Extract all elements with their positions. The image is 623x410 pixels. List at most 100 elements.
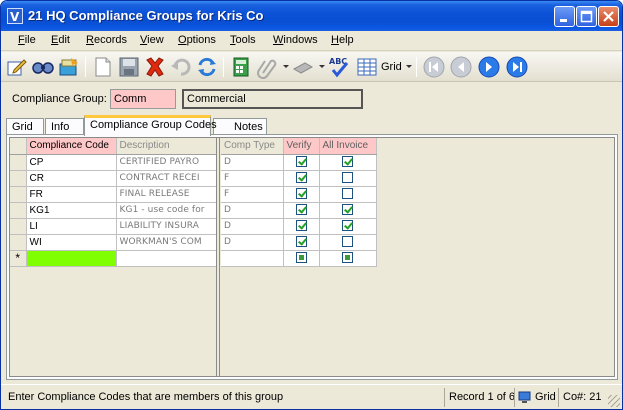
menu-edit[interactable]: Edit bbox=[51, 34, 70, 46]
menu-records[interactable]: Records bbox=[86, 34, 127, 46]
row-selector[interactable] bbox=[10, 202, 27, 219]
verify-cell[interactable] bbox=[283, 170, 320, 187]
compliance-group-code-input[interactable]: Comm bbox=[110, 89, 176, 109]
delete-icon[interactable] bbox=[143, 55, 167, 79]
all-invoice-checkbox[interactable] bbox=[342, 204, 353, 216]
code-cell[interactable]: FR bbox=[26, 186, 117, 203]
row-selector[interactable] bbox=[10, 154, 27, 171]
attach-icon[interactable] bbox=[255, 55, 279, 79]
menu-windows[interactable]: Windows bbox=[273, 34, 318, 46]
column-header-comp-type[interactable]: Comp Type bbox=[221, 138, 284, 155]
row-selector[interactable] bbox=[10, 234, 27, 251]
save-icon[interactable] bbox=[117, 55, 141, 79]
verify-cell[interactable] bbox=[283, 218, 320, 235]
menu-help[interactable]: Help bbox=[331, 34, 354, 46]
maximize-button[interactable] bbox=[576, 6, 597, 27]
undo-icon[interactable] bbox=[169, 55, 193, 79]
row-selector[interactable] bbox=[10, 170, 27, 187]
table-row[interactable]: CR CONTRACT RECEI bbox=[10, 170, 217, 187]
table-row[interactable]: WI WORKMAN'S COM bbox=[10, 234, 217, 251]
new-verify-cell[interactable] bbox=[283, 250, 320, 267]
new-record-icon[interactable] bbox=[91, 55, 115, 79]
all-invoice-checkbox[interactable] bbox=[342, 172, 353, 184]
table-row[interactable]: D bbox=[221, 218, 377, 235]
table-row[interactable]: KG1 KG1 - use code for bbox=[10, 202, 217, 219]
grid-view-dropdown-icon[interactable] bbox=[406, 65, 412, 68]
all-invoice-cell[interactable] bbox=[319, 170, 377, 187]
grid-view-icon[interactable] bbox=[355, 55, 379, 79]
all-invoice-cell[interactable] bbox=[319, 202, 377, 219]
menu-view[interactable]: View bbox=[140, 34, 164, 46]
table-row[interactable]: FR FINAL RELEASE bbox=[10, 186, 217, 203]
code-cell[interactable]: KG1 bbox=[26, 202, 117, 219]
edit-icon[interactable] bbox=[5, 55, 29, 79]
table-row[interactable]: D bbox=[221, 154, 377, 171]
verify-checkbox[interactable] bbox=[295, 236, 307, 248]
menu-file[interactable]: File bbox=[18, 34, 36, 46]
next-record-icon[interactable] bbox=[477, 55, 501, 79]
code-cell[interactable]: CR bbox=[26, 170, 117, 187]
close-button[interactable] bbox=[598, 6, 619, 27]
tab-info[interactable]: Info bbox=[45, 118, 84, 135]
verify-cell[interactable] bbox=[283, 202, 320, 219]
verify-checkbox[interactable] bbox=[295, 204, 307, 216]
code-cell[interactable]: WI bbox=[26, 234, 117, 251]
column-header-compliance-code[interactable]: Compliance Code bbox=[26, 138, 117, 155]
verify-checkbox[interactable] bbox=[295, 172, 307, 184]
all-invoice-checkbox[interactable] bbox=[342, 220, 353, 232]
tab-notes[interactable]: Notes bbox=[213, 118, 267, 135]
all-invoice-cell[interactable] bbox=[319, 186, 377, 203]
spell-check-icon[interactable]: ABC bbox=[327, 55, 351, 79]
all-invoice-cell[interactable] bbox=[319, 234, 377, 251]
refresh-icon[interactable] bbox=[195, 55, 219, 79]
code-cell[interactable]: LI bbox=[26, 218, 117, 235]
new-code-input[interactable] bbox=[26, 250, 117, 267]
menu-tools[interactable]: Tools bbox=[230, 34, 256, 46]
app-icon[interactable]: V bbox=[7, 8, 23, 24]
table-row[interactable]: F bbox=[221, 170, 377, 187]
resize-grip[interactable] bbox=[608, 395, 620, 407]
verify-checkbox[interactable] bbox=[295, 220, 307, 232]
all-invoice-checkbox[interactable] bbox=[342, 188, 353, 200]
column-header-verify[interactable]: Verify bbox=[283, 138, 320, 155]
row-selector[interactable] bbox=[10, 186, 27, 203]
tab-compliance-group-codes[interactable]: Compliance Group Codes bbox=[84, 115, 217, 136]
verify-cell[interactable] bbox=[283, 234, 320, 251]
calculator-icon[interactable] bbox=[229, 55, 253, 79]
all-invoice-cell[interactable] bbox=[319, 154, 377, 171]
verify-checkbox[interactable] bbox=[295, 188, 307, 200]
menu-options[interactable]: Options bbox=[178, 34, 216, 46]
new-all-invoice-cell[interactable] bbox=[319, 250, 377, 267]
link-icon[interactable] bbox=[291, 55, 315, 79]
column-header-all-invoice[interactable]: All Invoice bbox=[319, 138, 377, 155]
verify-cell[interactable] bbox=[283, 186, 320, 203]
table-row[interactable]: D bbox=[221, 234, 377, 251]
new-all-invoice-checkbox[interactable] bbox=[342, 252, 353, 264]
first-record-icon[interactable] bbox=[422, 55, 446, 79]
refresh-data-icon[interactable] bbox=[57, 55, 81, 79]
minimize-button[interactable] bbox=[554, 6, 575, 27]
table-row[interactable]: F bbox=[221, 186, 377, 203]
grid-splitter[interactable] bbox=[216, 138, 220, 376]
table-row[interactable]: LI LIABILITY INSURA bbox=[10, 218, 217, 235]
new-verify-checkbox[interactable] bbox=[295, 252, 307, 264]
table-row[interactable]: CP CERTIFIED PAYRO bbox=[10, 154, 217, 171]
title-bar[interactable]: V 21 HQ Compliance Groups for Kris Co bbox=[1, 1, 622, 31]
find-icon[interactable] bbox=[31, 55, 55, 79]
grid-view-label[interactable]: Grid bbox=[381, 61, 402, 73]
verify-cell[interactable] bbox=[283, 154, 320, 171]
new-row[interactable] bbox=[221, 250, 377, 267]
all-invoice-checkbox[interactable] bbox=[342, 156, 353, 168]
row-selector[interactable] bbox=[10, 218, 27, 235]
tab-grid[interactable]: Grid bbox=[6, 118, 44, 135]
previous-record-icon[interactable] bbox=[449, 55, 473, 79]
all-invoice-checkbox[interactable] bbox=[342, 236, 353, 248]
new-row[interactable]: * bbox=[10, 250, 217, 267]
column-header-description[interactable]: Description bbox=[116, 138, 217, 155]
table-row[interactable]: D bbox=[221, 202, 377, 219]
last-record-icon[interactable] bbox=[505, 55, 529, 79]
verify-checkbox[interactable] bbox=[295, 156, 307, 168]
code-cell[interactable]: CP bbox=[26, 154, 117, 171]
all-invoice-cell[interactable] bbox=[319, 218, 377, 235]
tab-panel: Compliance Code Description CP CERTIFIED… bbox=[6, 134, 618, 380]
